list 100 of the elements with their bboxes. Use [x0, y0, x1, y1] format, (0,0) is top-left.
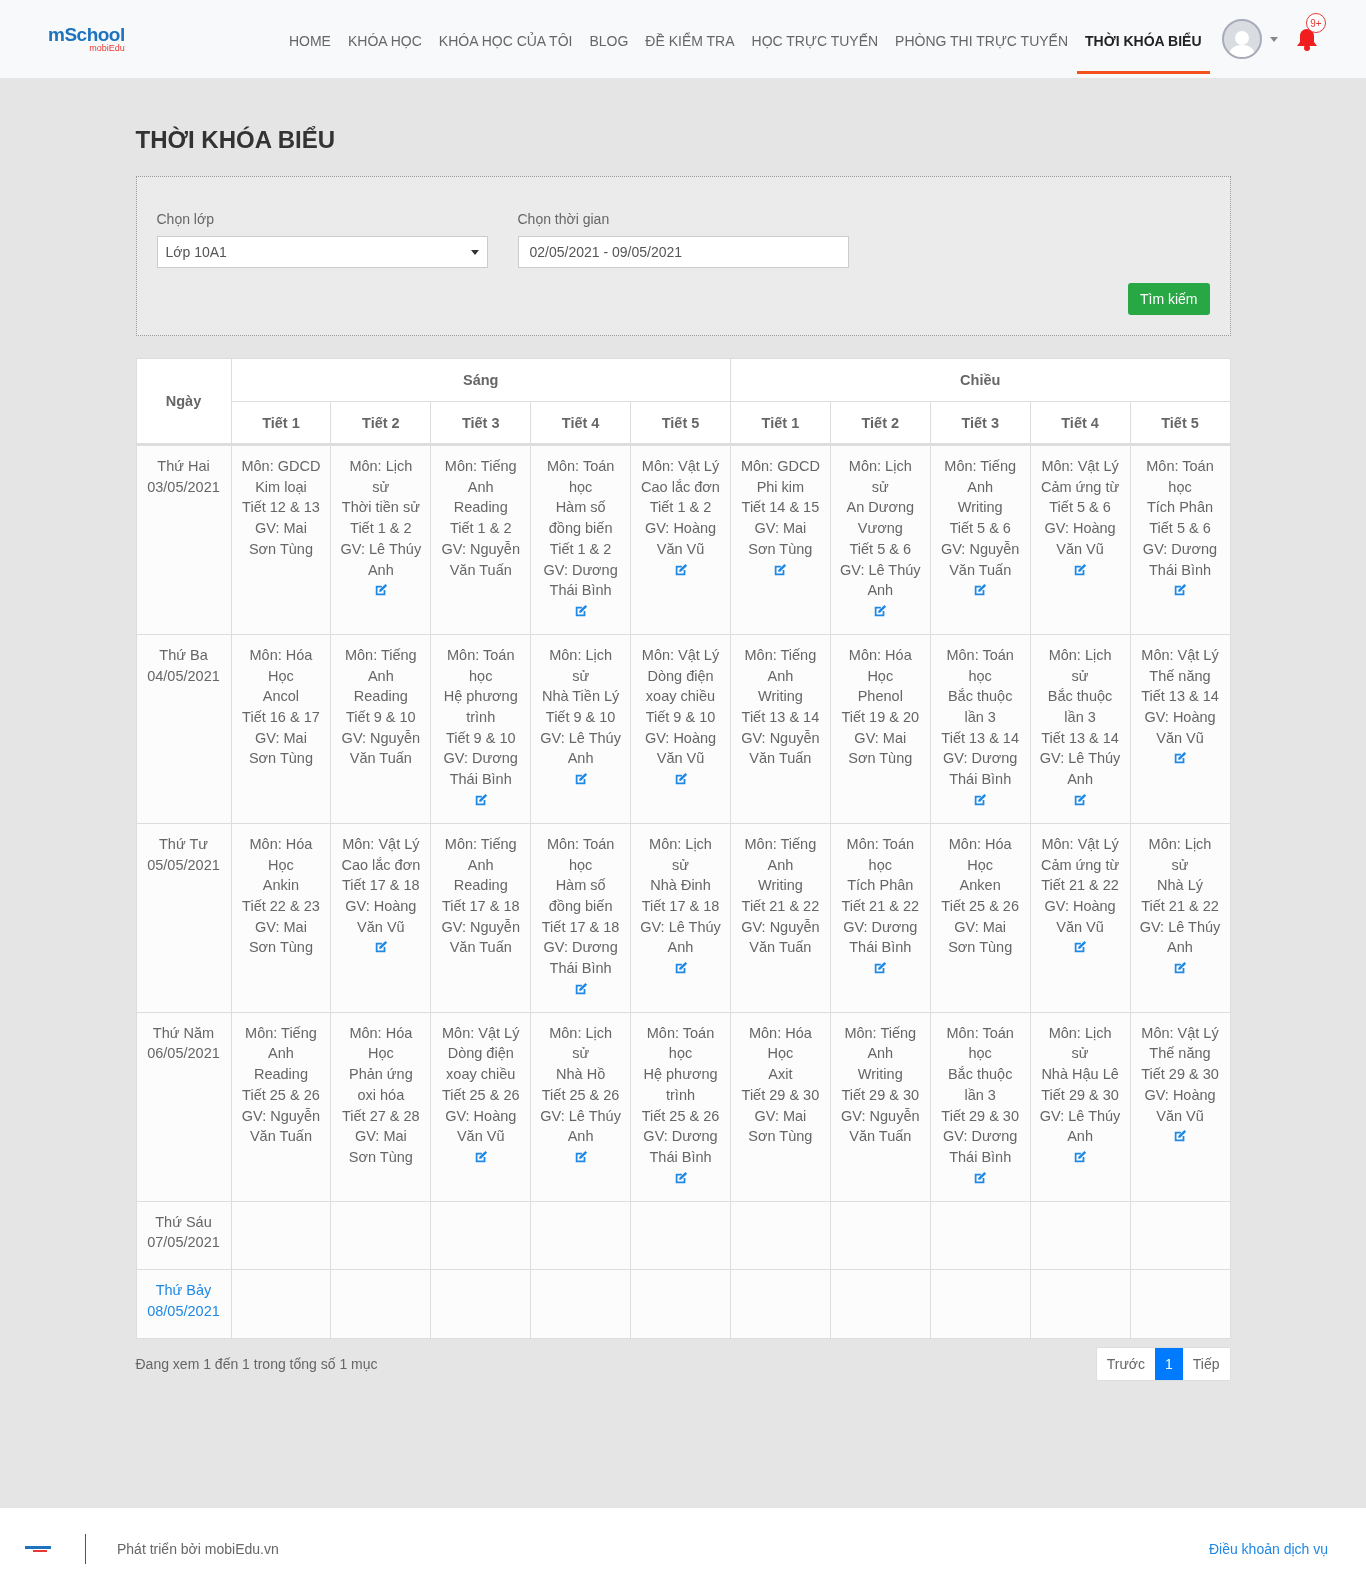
- subject-text: Môn: Lịch sử: [548, 645, 614, 686]
- topic-text: Nhà Hậu Lê: [1040, 1065, 1120, 1085]
- topic-text: Ancol: [261, 687, 301, 707]
- column-header: Tiết 4: [1030, 401, 1130, 445]
- nav-link[interactable]: HỌC TRỰC TUYẾN: [743, 7, 887, 74]
- edit-icon[interactable]: [573, 1150, 588, 1164]
- edit-icon[interactable]: [1073, 792, 1088, 807]
- edit-icon[interactable]: [473, 1150, 488, 1164]
- subject-text: Môn: GDCD: [739, 457, 821, 476]
- teacher-text: GV: Mai Sơn Tùng: [247, 917, 314, 958]
- edit-icon[interactable]: [573, 981, 588, 996]
- edit-icon[interactable]: [1073, 940, 1088, 955]
- edit-icon[interactable]: [973, 1170, 988, 1185]
- subject-text: Môn: GDCD: [240, 457, 322, 476]
- edit-icon[interactable]: [1073, 1150, 1088, 1164]
- edit-icon[interactable]: [373, 940, 388, 955]
- teacher-text: GV: Dương Thái Bình: [842, 917, 919, 958]
- date-text: 04/05/2021: [146, 666, 221, 686]
- caret-icon[interactable]: [1270, 36, 1278, 42]
- bell-icon[interactable]: [1296, 27, 1318, 51]
- teacher-text: GV: Dương Thái Bình: [642, 1127, 719, 1167]
- topic-text: Hệ phương trình: [642, 1065, 719, 1105]
- search-button[interactable]: Tìm kiếm: [1127, 283, 1210, 315]
- edit-icon[interactable]: [673, 1170, 688, 1185]
- edit-icon[interactable]: [873, 961, 888, 976]
- edit-icon[interactable]: [1073, 562, 1088, 577]
- day-text: Thứ Tư: [158, 834, 209, 854]
- edit-icon[interactable]: [373, 583, 388, 598]
- topic-text: Reading: [252, 1065, 309, 1085]
- edit-icon[interactable]: [673, 772, 688, 787]
- nav-link[interactable]: KHÓA HỌC CỦA TÔI: [430, 7, 581, 74]
- periods-text: Tiết 21 & 22: [1140, 896, 1220, 916]
- edit-icon[interactable]: [973, 792, 988, 807]
- subject-text: Môn: Toán học: [845, 834, 915, 875]
- periods-text: Tiết 25 & 26: [440, 1085, 521, 1105]
- nav-link[interactable]: THỜI KHÓA BIỂU: [1076, 7, 1210, 74]
- teacher-text: GV: Lê Thúy Anh: [539, 1106, 622, 1147]
- subject-text: Môn: Tiếng Anh: [343, 645, 418, 686]
- edit-icon[interactable]: [673, 562, 688, 577]
- subject-text: Môn: Hóa Học: [348, 1023, 414, 1064]
- edit-icon[interactable]: [473, 792, 488, 807]
- subject-text: Môn: Vật Lý: [441, 1023, 521, 1043]
- subject-text: Môn: Toán học: [545, 834, 616, 875]
- column-header: Tiết 1: [231, 401, 331, 445]
- topic-text: Thời tiền sử: [340, 498, 421, 518]
- teacher-text: GV: Dương Thái Bình: [442, 749, 519, 790]
- subject-text: Môn: Hóa Học: [947, 834, 1013, 875]
- teacher-text: GV: Dương Thái Bình: [942, 1127, 1019, 1167]
- edit-icon[interactable]: [973, 583, 988, 598]
- periods-text: Tiết 1 & 2: [349, 519, 413, 539]
- day-text: Thứ Sáu: [154, 1212, 213, 1232]
- nav-link[interactable]: BLOG: [580, 7, 637, 74]
- column-header: Tiết 2: [330, 401, 431, 445]
- avatar[interactable]: [1222, 19, 1262, 59]
- day-text: Thứ Ba: [158, 645, 209, 665]
- topic-text: Writing: [756, 876, 804, 896]
- edit-icon[interactable]: [673, 961, 688, 976]
- subject-text: Môn: Toán học: [645, 1023, 716, 1064]
- subject-text: Môn: Vật Lý: [1040, 834, 1120, 854]
- topic-text: An Dương Vương: [845, 498, 916, 539]
- periods-text: Tiết 12 & 13: [241, 498, 321, 518]
- subject-text: Môn: Lịch sử: [548, 1023, 614, 1064]
- periods-text: Tiết 5 & 6: [1048, 498, 1112, 518]
- date-range-field[interactable]: 02/05/2021 - 09/05/2021: [517, 236, 849, 268]
- nav-link[interactable]: HOME: [280, 7, 340, 74]
- class-select[interactable]: Lớp 10A1: [156, 236, 488, 268]
- page-button[interactable]: 1: [1155, 1347, 1183, 1380]
- teacher-text: GV: Mai Sơn Tùng: [747, 1106, 814, 1147]
- edit-icon[interactable]: [1173, 583, 1187, 598]
- nav-link[interactable]: KHÓA HỌC: [339, 7, 431, 74]
- edit-icon[interactable]: [1173, 1129, 1187, 1144]
- subject-text: Môn: Tiếng Anh: [244, 1023, 318, 1064]
- edit-icon[interactable]: [873, 603, 888, 618]
- teacher-text: GV: Mai Sơn Tùng: [947, 917, 1014, 958]
- column-header: Tiết 1: [730, 401, 831, 445]
- nav-link[interactable]: PHÒNG THI TRỰC TUYẾN: [886, 7, 1077, 74]
- subject-text: Môn: Hóa Học: [248, 834, 314, 875]
- teacher-text: GV: Nguyễn Văn Tuấn: [740, 917, 821, 958]
- date-text: 07/05/2021: [146, 1233, 221, 1253]
- date-text: 05/05/2021: [146, 855, 221, 875]
- topic-text: Nhà Tiền Lý: [540, 687, 621, 707]
- periods-text: Tiết 25 & 26: [940, 896, 1020, 916]
- logo[interactable]: mSchool mobiEdu: [48, 25, 125, 53]
- edit-icon[interactable]: [573, 603, 588, 618]
- edit-icon[interactable]: [773, 562, 788, 577]
- teacher-text: GV: Dương Thái Bình: [942, 749, 1019, 790]
- subject-text: Môn: Toán học: [446, 645, 516, 686]
- topic-text: Writing: [956, 498, 1004, 518]
- edit-icon[interactable]: [573, 772, 588, 787]
- teacher-text: GV: Mai Sơn Tùng: [347, 1127, 414, 1167]
- edit-icon[interactable]: [1173, 961, 1187, 976]
- teacher-text: GV: Nguyễn Văn Tuấn: [240, 1106, 322, 1147]
- terms-link[interactable]: Điều khoản dịch vụ: [1208, 1540, 1328, 1557]
- teacher-text: GV: Nguyễn Văn Tuấn: [840, 1106, 921, 1147]
- nav-link[interactable]: ĐỀ KIỂM TRA: [636, 7, 743, 74]
- periods-text: Tiết 1 & 2: [548, 539, 613, 559]
- edit-icon[interactable]: [1173, 751, 1187, 766]
- column-header: Tiết 5: [630, 401, 731, 445]
- topic-text: Writing: [856, 1065, 904, 1085]
- periods-text: Tiết 25 & 26: [540, 1085, 621, 1105]
